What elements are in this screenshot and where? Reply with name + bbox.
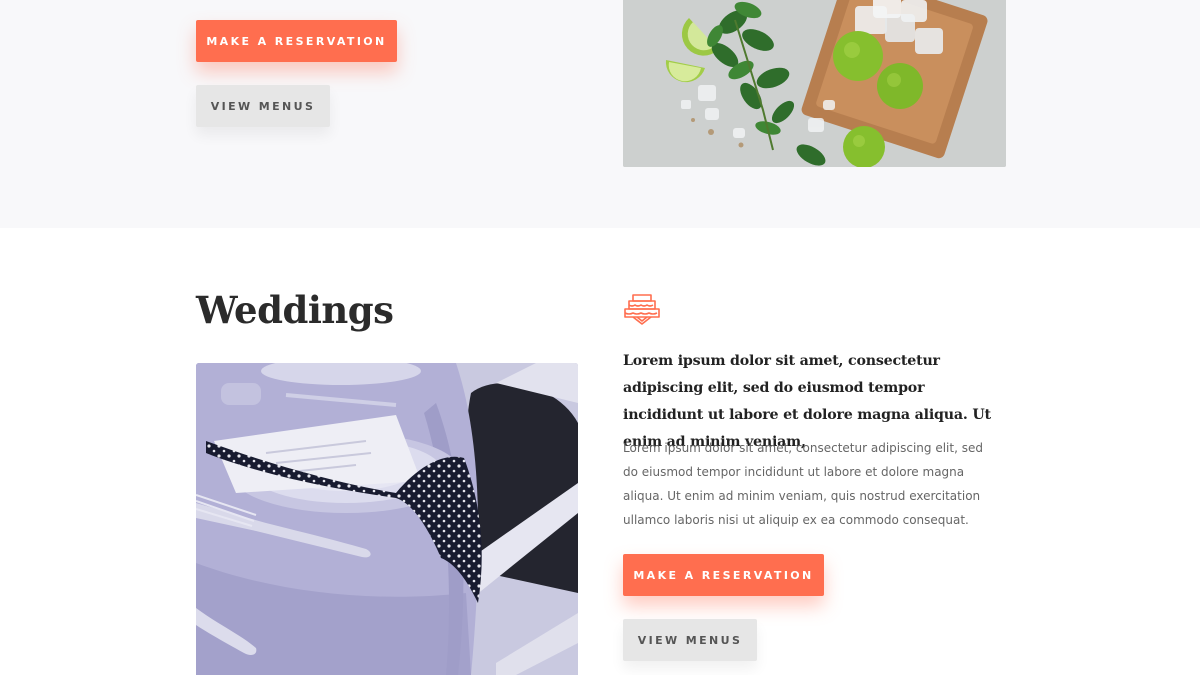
wedding-table-image — [196, 363, 578, 675]
view-menus-button-top[interactable]: VIEW MENUS — [196, 85, 330, 127]
wedding-cake-icon — [623, 292, 661, 326]
weddings-title: Weddings — [196, 288, 394, 332]
make-reservation-button-top[interactable]: MAKE A RESERVATION — [196, 20, 397, 62]
mojito-ingredients-image — [623, 0, 1006, 167]
top-section — [0, 0, 1200, 228]
weddings-body-text: Lorem ipsum dolor sit amet, consectetur … — [623, 441, 983, 527]
make-reservation-button-weddings[interactable]: MAKE A RESERVATION — [623, 554, 824, 596]
view-menus-button-weddings[interactable]: VIEW MENUS — [623, 619, 757, 661]
